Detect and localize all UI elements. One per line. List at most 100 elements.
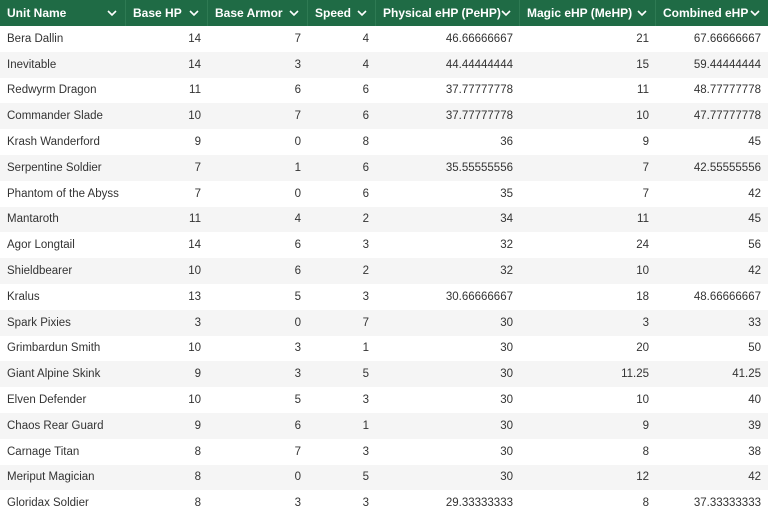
cell-base-armor: 7 — [294, 445, 301, 458]
cell-physical-ehp: 30 — [500, 342, 513, 355]
cell-physical-ehp: 46.66666667 — [445, 32, 513, 45]
cell-combined-ehp: 45 — [748, 136, 761, 149]
cell-base-hp: 7 — [194, 161, 201, 174]
table-row[interactable]: Bera Dallin 14 7 4 46.66666667 21 67.66666667 — [0, 26, 768, 52]
column-header-base-hp[interactable]: Base HP — [126, 0, 208, 26]
column-header-base-armor[interactable]: Base Armor — [208, 0, 308, 26]
table-row[interactable]: Chaos Rear Guard 9 6 1 30 9 39 — [0, 412, 768, 439]
cell-base-hp: 14 — [188, 239, 201, 252]
chevron-down-icon[interactable] — [750, 9, 760, 17]
table-row[interactable]: Commander Slade 10 7 6 37.77777778 10 47.77777… — [0, 103, 768, 130]
cell-base-hp: 10 — [188, 342, 201, 355]
cell-physical-ehp: 30 — [500, 316, 513, 329]
chevron-down-icon[interactable] — [107, 9, 117, 17]
cell-combined-ehp: 33 — [748, 316, 761, 329]
cell-base-armor: 6 — [294, 239, 301, 252]
cell-unit-name: Serpentine Soldier — [7, 161, 102, 174]
table-row[interactable]: Kralus 13 5 3 30.66666667 18 48.66666667 — [0, 284, 768, 310]
cell-combined-ehp: 37.33333333 — [693, 497, 761, 510]
cell-magic-ehp: 11 — [637, 213, 649, 226]
column-header-magic-ehp[interactable]: Magic eHP (MeHP) — [520, 0, 656, 26]
cell-physical-ehp: 37.77777778 — [445, 84, 513, 97]
table-row[interactable]: Spark Pixies 3 0 7 30 3 33 — [0, 309, 768, 336]
table-row[interactable]: Phantom of the Abyss 7 0 6 35 7 42 — [0, 181, 768, 207]
cell-magic-ehp: 11.25 — [621, 368, 649, 381]
cell-magic-ehp: 8 — [642, 497, 649, 510]
table-row[interactable]: Giant Alpine Skink 9 3 5 30 11.25 41.25 — [0, 361, 768, 388]
table-row[interactable]: Meriput Magician 8 0 5 30 12 42 — [0, 464, 768, 491]
cell-base-hp: 3 — [194, 316, 201, 329]
cell-physical-ehp: 30 — [500, 368, 513, 381]
cell-speed: 3 — [362, 497, 369, 510]
cell-magic-ehp: 21 — [636, 32, 649, 45]
cell-combined-ehp: 59.44444444 — [693, 58, 761, 71]
table-row[interactable]: Grimbardun Smith 10 3 1 30 20 50 — [0, 336, 768, 362]
cell-base-hp: 10 — [188, 265, 201, 278]
table-row[interactable]: Carnage Titan 8 7 3 30 8 38 — [0, 439, 768, 465]
cell-base-armor: 4 — [294, 213, 301, 226]
cell-combined-ehp: 56 — [748, 239, 761, 252]
column-header-combined-ehp[interactable]: Combined eHP — [656, 0, 768, 26]
cell-magic-ehp: 10 — [636, 265, 649, 278]
table-row[interactable]: Serpentine Soldier 7 1 6 35.55555556 7 42.5555… — [0, 154, 768, 181]
cell-unit-name: Phantom of the Abyss — [7, 187, 119, 200]
cell-physical-ehp: 35 — [500, 187, 513, 200]
cell-base-armor: 6 — [294, 419, 301, 432]
table-row[interactable]: Redwyrm Dragon 11 6 6 37.77777778 11 48.777777… — [0, 78, 768, 104]
cell-combined-ehp: 67.66666667 — [693, 32, 761, 45]
cell-speed: 5 — [362, 368, 369, 381]
cell-base-hp: 9 — [194, 419, 201, 432]
cell-speed: 7 — [362, 316, 369, 329]
chevron-down-icon[interactable] — [501, 9, 511, 17]
cell-magic-ehp: 10 — [636, 110, 649, 123]
chevron-down-icon[interactable] — [637, 9, 647, 17]
cell-combined-ehp: 39 — [748, 419, 761, 432]
table-row[interactable]: Shieldbearer 10 6 2 32 10 42 — [0, 258, 768, 284]
cell-base-hp: 11 — [189, 84, 201, 97]
column-header-physical-ehp[interactable]: Physical eHP (PeHP) — [376, 0, 520, 26]
cell-base-armor: 3 — [294, 368, 301, 381]
cell-magic-ehp: 18 — [636, 290, 649, 303]
cell-unit-name: Carnage Titan — [7, 445, 80, 458]
cell-base-hp: 13 — [188, 290, 201, 303]
chevron-down-icon[interactable] — [289, 9, 299, 17]
chevron-down-icon[interactable] — [189, 9, 199, 17]
cell-base-hp: 7 — [194, 187, 201, 200]
cell-combined-ehp: 48.77777778 — [693, 84, 761, 97]
column-header-speed[interactable]: Speed — [308, 0, 376, 26]
cell-combined-ehp: 40 — [748, 394, 761, 407]
cell-base-hp: 14 — [188, 58, 201, 71]
column-header-unit-name[interactable]: Unit Name — [0, 0, 126, 26]
cell-base-armor: 0 — [294, 316, 301, 329]
cell-speed: 3 — [362, 290, 369, 303]
cell-magic-ehp: 7 — [642, 187, 649, 200]
cell-physical-ehp: 32 — [500, 239, 513, 252]
cell-unit-name: Meriput Magician — [7, 471, 95, 484]
table-row[interactable]: Gloridax Soldier 8 3 3 29.33333333 8 37.333333… — [0, 490, 768, 516]
chevron-down-icon[interactable] — [357, 9, 367, 17]
cell-base-armor: 6 — [294, 265, 301, 278]
cell-physical-ehp: 36 — [500, 136, 513, 149]
cell-speed: 5 — [362, 471, 369, 484]
cell-magic-ehp: 9 — [642, 419, 649, 432]
cell-combined-ehp: 42 — [748, 265, 761, 278]
table-row[interactable]: Elven Defender 10 5 3 30 10 40 — [0, 387, 768, 413]
cell-base-armor: 3 — [294, 58, 301, 71]
cell-base-hp: 14 — [188, 32, 201, 45]
cell-physical-ehp: 30 — [500, 394, 513, 407]
cell-speed: 6 — [362, 187, 369, 200]
table-row[interactable]: Mantaroth 11 4 2 34 11 45 — [0, 206, 768, 233]
cell-unit-name: Grimbardun Smith — [7, 342, 101, 355]
cell-physical-ehp: 29.33333333 — [445, 497, 513, 510]
table-row[interactable]: Agor Longtail 14 6 3 32 24 56 — [0, 232, 768, 258]
table-header: Unit Name Base HP Base Armor Speed Physi… — [0, 0, 768, 26]
cell-combined-ehp: 41.25 — [732, 368, 761, 381]
cell-base-armor: 3 — [294, 342, 301, 355]
table-row[interactable]: Inevitable 14 3 4 44.44444444 15 59.44444444 — [0, 51, 768, 78]
cell-speed: 3 — [362, 394, 369, 407]
cell-unit-name: Spark Pixies — [7, 316, 71, 329]
cell-speed: 6 — [362, 84, 369, 97]
cell-base-hp: 8 — [194, 471, 201, 484]
cell-physical-ehp: 30.66666667 — [445, 290, 513, 303]
table-row[interactable]: Krash Wanderford 9 0 8 36 9 45 — [0, 129, 768, 155]
